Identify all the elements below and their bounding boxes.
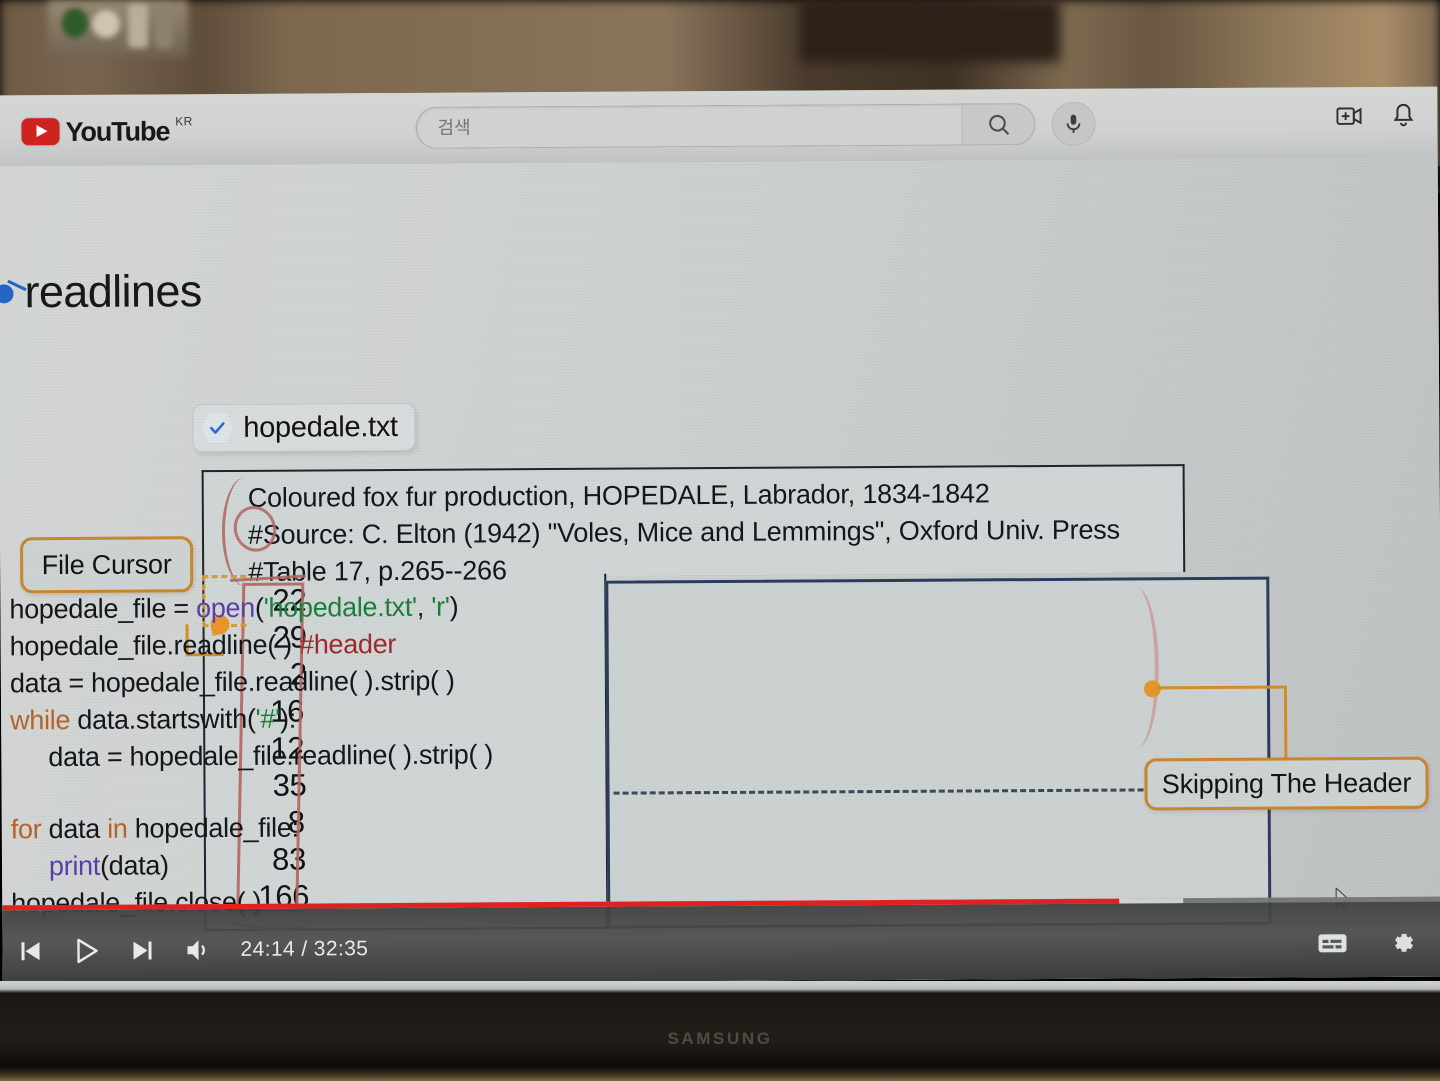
search-submit-button[interactable] [961, 103, 1036, 146]
slide-content: readlines hopedale.txt Coloured fox fur … [0, 157, 1440, 986]
photo-of-monitor: YouTube KR 검색 readlines hopedale.txt Col… [0, 0, 1440, 1081]
code-line-3: while data.startswith('#'): [10, 703, 297, 736]
subtitles-icon [1318, 934, 1347, 953]
code-snippet-box [605, 576, 1272, 929]
next-icon [133, 941, 152, 960]
time-display: 24:14 / 32:35 [240, 937, 369, 961]
play-button[interactable] [58, 930, 114, 972]
gear-icon [1394, 933, 1414, 952]
background-object-3 [128, 4, 148, 48]
next-button[interactable] [114, 929, 170, 971]
background-object-1 [62, 8, 88, 38]
background-doorway [800, 0, 1060, 62]
previous-icon [21, 942, 40, 961]
file-chip-label: hopedale.txt [243, 410, 398, 444]
annotation-skipping-leader-vertical [1283, 685, 1288, 760]
search-input[interactable] [437, 114, 908, 139]
document-header-line-1: #Source: C. Elton (1942) "Voles, Mice an… [247, 514, 1120, 550]
code-line-0: hopedale_file = open('hopedale.txt', 'r'… [9, 591, 459, 625]
check-hexagon-icon [201, 412, 233, 444]
youtube-locale-badge: KR [175, 113, 193, 128]
previous-button[interactable] [2, 930, 58, 972]
search-group [415, 101, 1096, 150]
code-line-1: hopedale_file.readline( ) #header [9, 628, 397, 662]
microphone-icon [1066, 114, 1081, 134]
code-line-2: data = hopedale_file.readline( ).strip( … [9, 665, 455, 699]
callout-skipping-header-label: Skipping The Header [1161, 767, 1412, 799]
code-line-5: for data in hopedale_file: [10, 812, 299, 845]
code-line-4: data = hopedale_file.readline( ).strip( … [48, 739, 494, 773]
monitor-brand-label: SAMSUNG [667, 1029, 773, 1048]
monitor-screen: YouTube KR 검색 readlines hopedale.txt Col… [0, 86, 1440, 986]
settings-button[interactable] [1374, 922, 1430, 964]
youtube-header: YouTube KR [0, 86, 1438, 167]
player-left-controls: 24:14 / 32:35 [2, 928, 368, 972]
voice-search-button[interactable] [1051, 101, 1096, 146]
background-object-2 [92, 10, 120, 38]
header-actions [1336, 103, 1415, 134]
background-object-4 [155, 4, 173, 48]
youtube-logo[interactable]: YouTube KR [21, 113, 193, 148]
search-icon [988, 114, 1009, 135]
search-box[interactable] [415, 103, 962, 149]
callout-skipping-header: Skipping The Header [1144, 756, 1429, 811]
video-player-controls: 24:14 / 32:35 [2, 896, 1440, 986]
page-title: readlines [24, 265, 202, 318]
notifications-button[interactable] [1391, 103, 1415, 134]
code-line-6: print(data) [48, 850, 169, 882]
volume-button[interactable] [170, 929, 226, 971]
subtitles-button[interactable] [1304, 922, 1360, 964]
document-header-line-0: Coloured fox fur production, HOPEDALE, L… [247, 478, 990, 513]
callout-file-cursor: File Cursor [19, 536, 194, 594]
file-chip-hopedale[interactable]: hopedale.txt [192, 402, 416, 453]
create-video-icon [1336, 107, 1362, 125]
youtube-play-badge-icon [21, 117, 60, 145]
volume-icon [187, 940, 205, 961]
notifications-bell-icon [1393, 103, 1414, 127]
player-right-controls [1304, 922, 1430, 965]
youtube-wordmark: YouTube [65, 115, 170, 147]
callout-file-cursor-label: File Cursor [41, 548, 172, 580]
play-icon [77, 938, 98, 964]
bullet-point-icon [0, 284, 14, 304]
create-video-button[interactable] [1336, 105, 1363, 132]
